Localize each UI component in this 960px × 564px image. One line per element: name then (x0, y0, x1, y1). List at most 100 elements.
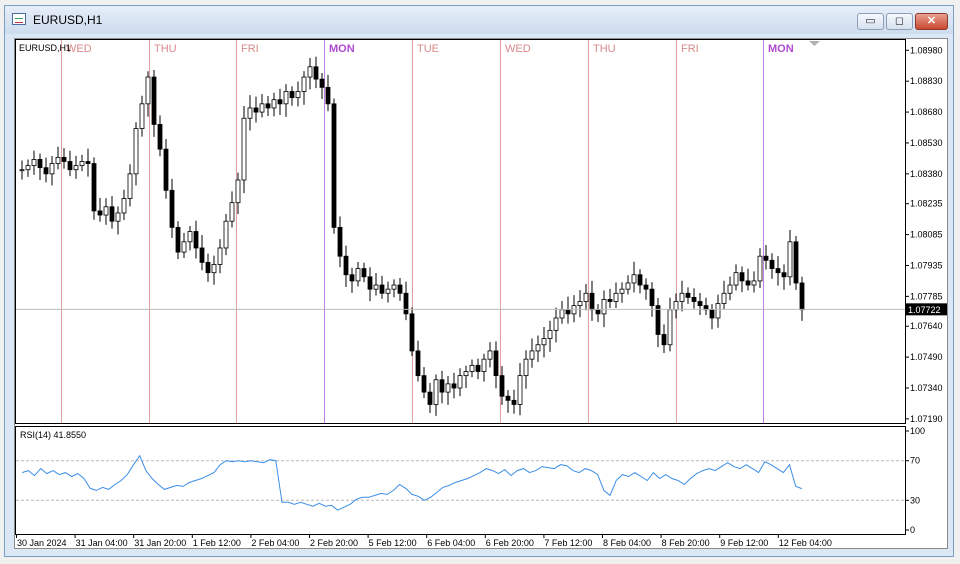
candle-body (385, 288, 391, 294)
candle-body (589, 292, 595, 311)
candle-body (211, 264, 217, 274)
maximize-button[interactable]: ◻ (886, 13, 913, 30)
candle-body (259, 103, 265, 113)
day-separators (61, 40, 764, 423)
day-label: MON (329, 43, 355, 55)
candle-body (199, 247, 205, 263)
candle-body (733, 272, 739, 286)
candle-body (697, 301, 703, 307)
candle-body (751, 280, 757, 286)
candle-body (595, 309, 601, 315)
time-tick-label: 8 Feb 04:00 (603, 538, 651, 548)
candle-body (163, 148, 169, 191)
candle-body (757, 255, 763, 282)
candle-body (685, 292, 691, 298)
time-tick-label: 31 Jan 20:00 (134, 538, 186, 548)
day-label: TUE (417, 43, 439, 55)
candle-body (181, 241, 187, 253)
candle-body (463, 371, 469, 377)
candle-body (439, 379, 445, 393)
candle-body (475, 364, 481, 372)
candle-body (25, 165, 31, 171)
price-tick-label: 1.07640 (910, 321, 943, 331)
day-label: FRI (681, 43, 699, 55)
rsi-tick-label: 100 (910, 426, 925, 436)
candle-body (541, 338, 547, 346)
candle-body (289, 91, 295, 99)
time-tick-label: 8 Feb 20:00 (662, 538, 710, 548)
day-label: MON (768, 43, 794, 55)
candle-body (103, 206, 109, 216)
price-tick-label: 1.08680 (910, 107, 943, 117)
title-bar[interactable]: EURUSD,H1 ▭ ◻ ✕ (5, 6, 953, 34)
day-label: WED (505, 43, 531, 55)
current-price-tag: 1.07722 (906, 303, 947, 316)
candle-body (769, 259, 775, 269)
candle-body (601, 299, 607, 315)
candle-body (709, 309, 715, 319)
candle-body (133, 128, 139, 175)
candle-body (727, 284, 733, 294)
candle-body (379, 284, 385, 294)
candle-body (631, 274, 637, 284)
close-button[interactable]: ✕ (915, 13, 948, 30)
candle-body (37, 159, 43, 169)
price-axis: 1.08980 1.08830 1.08680 1.08530 1.08380 1.082… (905, 45, 943, 424)
candle-body (217, 247, 223, 265)
candle-body (367, 276, 373, 290)
candle-body (781, 272, 787, 278)
candle-body (61, 156, 67, 162)
candle-body (649, 288, 655, 307)
candle-body (715, 303, 721, 319)
candle-body (361, 268, 367, 278)
price-tick-label: 1.07935 (910, 260, 943, 270)
candle-body (523, 358, 529, 377)
candle-body (229, 202, 235, 222)
candle-body (223, 220, 229, 249)
time-tick-label: 31 Jan 04:00 (76, 538, 128, 548)
candle-body (307, 66, 313, 78)
rsi-tick-label: 70 (910, 456, 920, 466)
candle-body (397, 284, 403, 294)
time-tick-label: 7 Feb 12:00 (544, 538, 592, 548)
minimize-button[interactable]: ▭ (857, 13, 884, 30)
price-tick-label: 1.08530 (910, 138, 943, 148)
time-tick-label: 1 Feb 12:00 (193, 538, 241, 548)
candle-body (91, 163, 97, 212)
candle-body (499, 375, 505, 397)
candle-body (157, 124, 163, 150)
candle-body (49, 163, 55, 175)
candle-body (793, 241, 799, 284)
candle-body (613, 292, 619, 302)
price-chart-svg[interactable]: WED THU FRI MON TUE WED THU FRI MON 1.089801.088… (15, 39, 947, 548)
candle-body (529, 350, 535, 360)
candle-body (151, 76, 157, 125)
candle-body (673, 301, 679, 311)
symbol-label: EURUSD,H1 (19, 43, 71, 53)
candle-body (457, 375, 463, 389)
candle-body (169, 189, 175, 228)
price-tick-label: 1.08830 (910, 76, 943, 86)
rsi-tick-label: 30 (910, 495, 920, 505)
time-tick-label: 2 Feb 04:00 (251, 538, 299, 548)
candle-body (271, 99, 277, 109)
chart-window: EURUSD,H1 ▭ ◻ ✕ WED THU FRI MON TUE WED THU FRI… (4, 5, 954, 557)
candle-body (301, 76, 307, 92)
chart-area[interactable]: WED THU FRI MON TUE WED THU FRI MON 1.08980 1.088… (14, 38, 948, 549)
candle-body (739, 272, 745, 282)
rsi-line (21, 454, 803, 511)
candle-body (121, 198, 127, 214)
candle-body (283, 91, 289, 105)
chart-shift-marker[interactable] (809, 41, 820, 46)
candle-body (79, 161, 85, 167)
candle-body (421, 375, 427, 393)
candle-body (577, 301, 583, 307)
candle-body (583, 292, 589, 302)
candle-body (451, 383, 457, 389)
candle-body (187, 231, 193, 243)
candle-body (235, 179, 241, 204)
candle-body (481, 358, 487, 372)
rsi-tick-label: 0 (910, 525, 915, 535)
price-tick-label: 1.07785 (910, 291, 943, 301)
candle-body (295, 91, 301, 99)
